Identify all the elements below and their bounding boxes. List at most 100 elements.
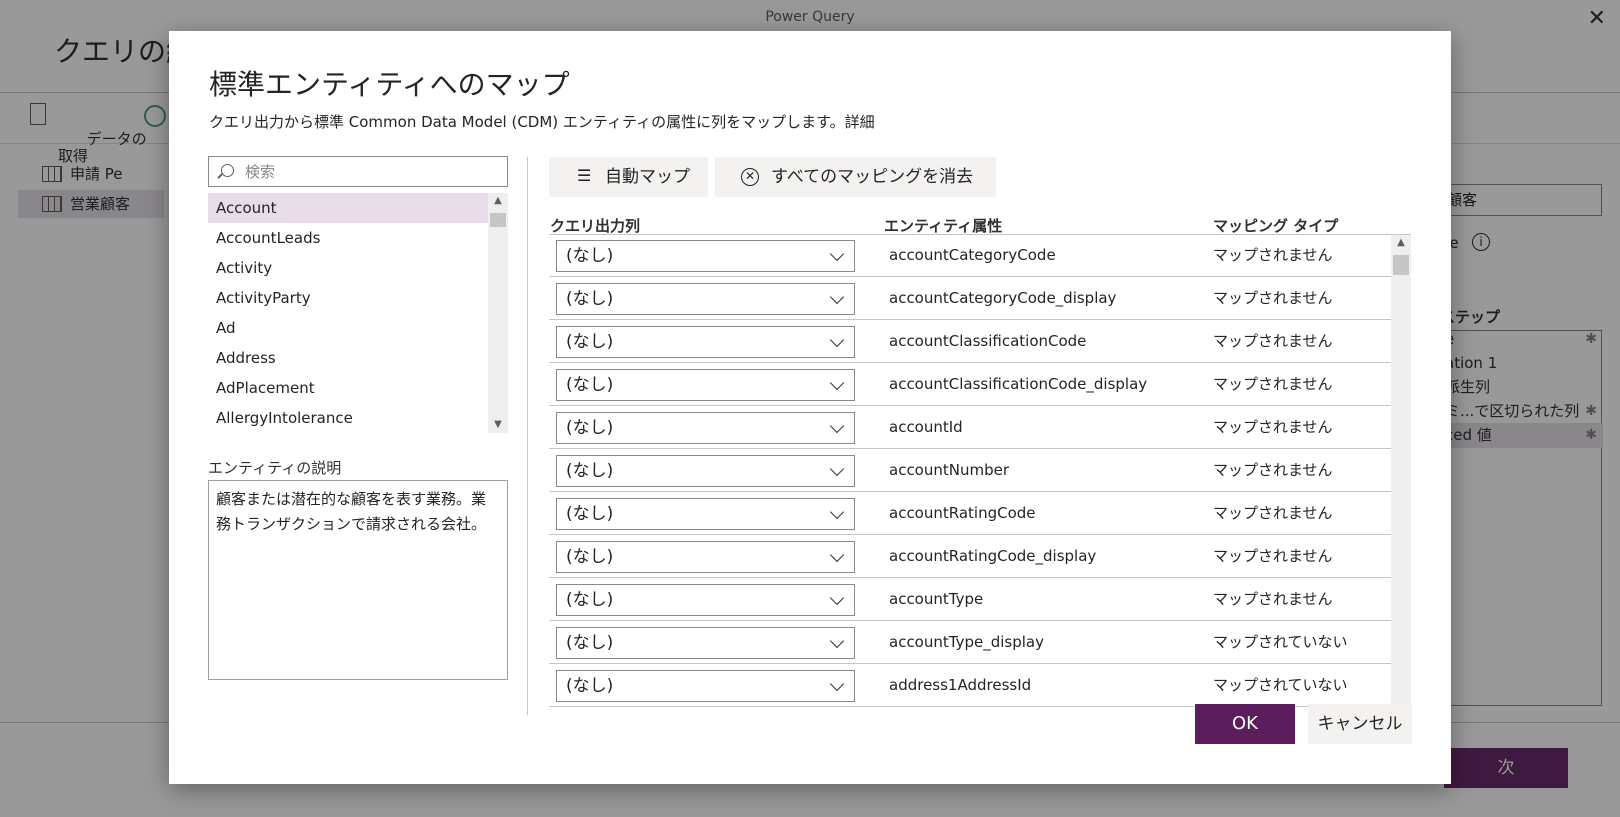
scroll-up-icon[interactable]: ▲ <box>488 193 508 209</box>
auto-map-label: 自動マップ <box>605 167 690 187</box>
query-column-value: (なし) <box>566 590 614 610</box>
query-column-select[interactable]: (なし) <box>556 627 855 659</box>
entity-attribute-name: accountRatingCode_display <box>889 547 1097 565</box>
mapping-type-value: マップされません <box>1213 246 1333 264</box>
column-header-mapping-type: マッピング タイプ <box>1213 217 1339 235</box>
query-column-value: (なし) <box>566 504 614 524</box>
mapping-type-value: マップされません <box>1213 418 1333 436</box>
entity-attribute-name: accountRatingCode <box>889 504 1036 522</box>
mapping-row: (なし) accountCategoryCode_display マップされません <box>549 277 1391 320</box>
dialog-title: 標準エンティティへのマップ <box>209 68 570 101</box>
entity-list-item[interactable]: Account <box>208 193 488 223</box>
query-column-select[interactable]: (なし) <box>556 412 855 444</box>
search-icon <box>221 164 234 177</box>
query-column-select[interactable]: (なし) <box>556 541 855 573</box>
entity-search-box[interactable] <box>208 156 508 187</box>
mapping-row: (なし) accountType マップされません <box>549 578 1391 621</box>
map-to-standard-entity-dialog: 標準エンティティへのマップ クエリ出力から標準 Common Data Mode… <box>169 31 1451 784</box>
chevron-down-icon <box>829 633 845 649</box>
mapping-row: (なし) accountClassificationCode マップされません <box>549 320 1391 363</box>
query-column-select[interactable]: (なし) <box>556 498 855 530</box>
query-column-value: (なし) <box>566 461 614 481</box>
query-column-select[interactable]: (なし) <box>556 283 855 315</box>
column-header-entity-attribute: エンティティ属性 <box>884 217 1003 235</box>
query-column-select[interactable]: (なし) <box>556 240 855 272</box>
entity-list: AllergyIntolerance AdPlacement Address Ad Ac… <box>208 193 508 433</box>
entity-list-item[interactable]: AllergyIntolerance <box>208 403 488 433</box>
entity-list-item[interactable]: ActivityParty <box>208 283 488 313</box>
entity-attribute-name: accountType_display <box>889 633 1044 651</box>
mapping-row: (なし) accountId マップされません <box>549 406 1391 449</box>
mapping-type-value: マップされていない <box>1213 633 1348 651</box>
chevron-down-icon <box>829 418 845 434</box>
mapping-type-value: マップされません <box>1213 375 1333 393</box>
ok-button[interactable]: OK <box>1195 704 1295 744</box>
mapping-row: (なし) accountNumber マップされません <box>549 449 1391 492</box>
mapping-type-value: マップされません <box>1213 461 1333 479</box>
cancel-button[interactable]: キャンセル <box>1308 704 1412 744</box>
dialog-subtitle: クエリ出力から標準 Common Data Model (CDM) エンティティ… <box>209 113 875 131</box>
entity-attribute-name: accountNumber <box>889 461 1010 479</box>
entity-attribute-name: address1AddressId <box>889 676 1032 694</box>
chevron-down-icon <box>829 547 845 563</box>
checklist-icon: ☰ <box>577 166 592 185</box>
entity-search-input[interactable] <box>245 160 501 183</box>
entity-list-item[interactable]: Address <box>208 343 488 373</box>
entity-list-item[interactable]: AdPlacement <box>208 373 488 403</box>
mapping-row: (なし) address1AddressId マップされていない <box>549 664 1391 707</box>
query-column-value: (なし) <box>566 418 614 438</box>
mapping-row: (なし) accountRatingCode_display マップされません <box>549 535 1391 578</box>
query-column-value: (なし) <box>566 246 614 266</box>
clear-all-mappings-button[interactable]: ✕ すべてのマッピングを消去 <box>715 157 996 197</box>
query-column-select[interactable]: (なし) <box>556 455 855 487</box>
mapping-type-value: マップされません <box>1213 504 1333 522</box>
entity-description-label: エンティティの説明 <box>208 459 342 477</box>
entity-attribute-name: accountCategoryCode_display <box>889 289 1117 307</box>
mapping-row: (なし) accountRatingCode マップされません <box>549 492 1391 535</box>
chevron-down-icon <box>829 504 845 520</box>
chevron-down-icon <box>829 332 845 348</box>
scroll-up-icon[interactable]: ▲ <box>1391 235 1411 251</box>
entity-list-scrollbar[interactable]: ▲ ▼ <box>488 193 508 433</box>
mapping-grid-scrollbar[interactable]: ▲ ▼ <box>1391 235 1411 716</box>
chevron-down-icon <box>829 246 845 262</box>
panel-divider <box>527 157 528 715</box>
entity-list-item[interactable]: Ad <box>208 313 488 343</box>
entity-list-item[interactable]: AccountLeads <box>208 223 488 253</box>
auto-map-button[interactable]: ☰ 自動マップ <box>549 157 708 197</box>
mapping-row: (なし) accountClassificationCode_display マップ… <box>549 363 1391 406</box>
query-column-value: (なし) <box>566 375 614 395</box>
column-header-query-output: クエリ出力列 <box>550 217 641 235</box>
chevron-down-icon <box>829 461 845 477</box>
query-column-value: (なし) <box>566 633 614 653</box>
scroll-down-icon[interactable]: ▼ <box>488 417 508 433</box>
query-column-value: (なし) <box>566 289 614 309</box>
chevron-down-icon <box>829 590 845 606</box>
entity-attribute-name: accountClassificationCode_display <box>889 375 1148 393</box>
query-column-select[interactable]: (なし) <box>556 670 855 702</box>
entity-attribute-name: accountCategoryCode <box>889 246 1056 264</box>
scroll-thumb[interactable] <box>1393 255 1409 275</box>
query-column-value: (なし) <box>566 332 614 352</box>
entity-attribute-name: accountClassificationCode <box>889 332 1087 350</box>
entity-attribute-name: accountId <box>889 418 963 436</box>
mapping-type-value: マップされません <box>1213 547 1333 565</box>
entity-list-item[interactable]: Activity <box>208 253 488 283</box>
entity-attribute-name: accountType <box>889 590 984 608</box>
clear-all-mappings-label: すべてのマッピングを消去 <box>771 167 974 187</box>
mapping-type-value: マップされません <box>1213 590 1333 608</box>
mapping-row: (なし) accountCategoryCode マップされません <box>549 235 1391 277</box>
mapping-type-value: マップされません <box>1213 289 1333 307</box>
mapping-type-value: マップされません <box>1213 332 1333 350</box>
chevron-down-icon <box>829 676 845 692</box>
entity-description: 顧客または潜在的な顧客を表す業務。業務トランザクションで請求される会社。 <box>208 480 508 680</box>
chevron-down-icon <box>829 375 845 391</box>
mapping-type-value: マップされていない <box>1213 676 1348 694</box>
query-column-select[interactable]: (なし) <box>556 584 855 616</box>
clear-icon: ✕ <box>741 168 759 186</box>
query-column-select[interactable]: (なし) <box>556 326 855 358</box>
query-column-select[interactable]: (なし) <box>556 369 855 401</box>
query-column-value: (なし) <box>566 676 614 696</box>
scroll-thumb[interactable] <box>490 213 506 227</box>
chevron-down-icon <box>829 289 845 305</box>
